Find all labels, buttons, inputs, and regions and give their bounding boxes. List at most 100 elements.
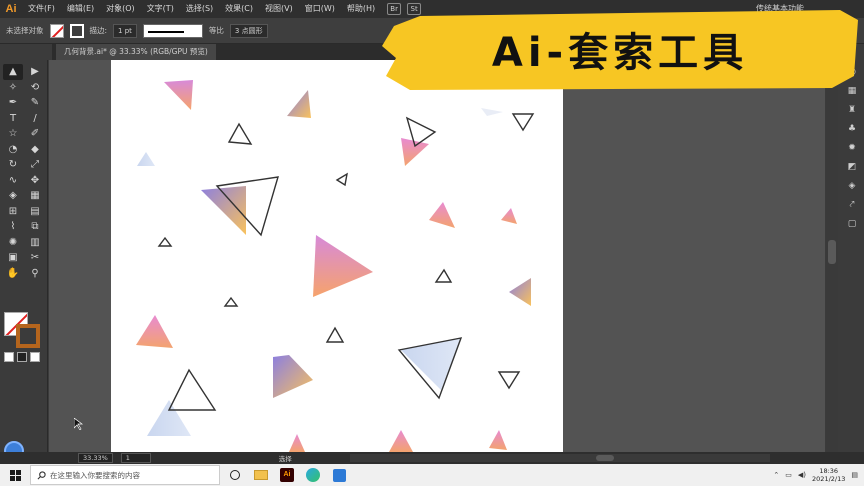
volume-icon[interactable]: ◀) — [798, 471, 806, 479]
shape-builder-tool-icon[interactable]: ◈ — [3, 188, 23, 204]
zoom-tool-icon[interactable]: ⚲ — [25, 266, 45, 282]
start-button[interactable] — [0, 464, 30, 486]
stroke-label[interactable]: 描边: — [90, 25, 108, 36]
eraser-tool-icon[interactable]: ◆ — [25, 142, 45, 158]
zoom-field[interactable]: 33.33% — [78, 453, 113, 463]
artboard-tool-icon[interactable]: ▣ — [3, 250, 23, 266]
menu-select[interactable]: 选择(S) — [180, 0, 219, 18]
outline-triangle — [157, 236, 173, 247]
brushes-panel-icon[interactable]: ♜ — [845, 104, 859, 117]
outline-triangle — [227, 122, 253, 145]
gradient-tool-icon[interactable]: ▤ — [25, 204, 45, 220]
menu-help[interactable]: 帮助(H) — [341, 0, 381, 18]
stroke-color-box[interactable] — [16, 324, 40, 348]
outline-triangle — [167, 368, 217, 411]
links-panel-icon[interactable]: ▢ — [845, 218, 859, 231]
menu-file[interactable]: 文件(F) — [22, 0, 61, 18]
line-tool-icon[interactable]: / — [25, 111, 45, 127]
gradient-mode-button[interactable] — [17, 352, 27, 362]
color-mode-button[interactable] — [4, 352, 14, 362]
pen-tool-icon[interactable]: ✒ — [3, 95, 23, 111]
layers-panel-icon[interactable]: ◈ — [845, 180, 859, 193]
eyedropper-tool-icon[interactable]: ⌇ — [3, 219, 23, 235]
selection-tool-icon[interactable]: ▲ — [3, 64, 23, 80]
menu-edit[interactable]: 编辑(E) — [61, 0, 100, 18]
clock-time: 18:36 — [819, 467, 839, 475]
gradient-triangle — [509, 278, 531, 306]
outline-triangle — [497, 371, 521, 390]
system-tray: ⌃ ▭ ◀) 18:36 2021/2/13 ▤ — [773, 464, 858, 486]
file-explorer-icon[interactable] — [250, 464, 272, 486]
edge-browser-icon[interactable] — [302, 464, 324, 486]
gradient-triangle — [289, 434, 305, 452]
notification-chevron-icon[interactable]: ⌃ — [773, 471, 779, 479]
blend-tool-icon[interactable]: ⧉ — [25, 219, 45, 235]
windows-taskbar: 在这里输入你要搜索的内容 Ai ⌃ ▭ ◀) 18:36 2021/2/13 ▤ — [0, 464, 864, 486]
vertical-scrollbar[interactable] — [826, 60, 838, 452]
gradient-triangle — [429, 202, 455, 228]
horizontal-scrollbar-thumb[interactable] — [596, 455, 614, 461]
direct-selection-tool-icon[interactable]: ▶ — [25, 64, 45, 80]
gradient-triangle — [481, 108, 503, 116]
column-graph-tool-icon[interactable]: ▥ — [25, 235, 45, 251]
outline-triangle — [335, 172, 348, 187]
artboard-number-field[interactable]: 1 — [120, 453, 151, 463]
symbol-sprayer-tool-icon[interactable]: ✺ — [3, 235, 23, 251]
taskbar-search-box[interactable]: 在这里输入你要搜索的内容 — [30, 465, 220, 485]
artboard[interactable] — [111, 60, 563, 452]
graphic-styles-panel-icon[interactable]: ◩ — [845, 161, 859, 174]
hand-tool-icon[interactable]: ✋ — [3, 266, 23, 282]
stroke-swatch[interactable] — [69, 23, 84, 38]
stroke-weight-field[interactable]: 1 pt — [113, 23, 137, 38]
none-mode-button[interactable] — [30, 352, 40, 362]
illustrator-window: Ai 文件(F) 编辑(E) 对象(O) 文字(T) 选择(S) 效果(C) 视… — [0, 0, 864, 486]
vertical-scrollbar-thumb[interactable] — [828, 240, 836, 264]
fill-swatch[interactable] — [49, 23, 64, 38]
store-icon[interactable] — [328, 464, 350, 486]
symbols-panel-icon[interactable]: ♣ — [845, 123, 859, 136]
gradient-triangle — [136, 315, 173, 348]
curvature-tool-icon[interactable]: ✎ — [25, 95, 45, 111]
variable-width-profile[interactable] — [142, 23, 203, 38]
rectangle-tool-icon[interactable]: ☆ — [3, 126, 23, 142]
type-tool-icon[interactable]: T — [3, 111, 23, 127]
artboards-panel-icon[interactable]: ⤤ — [845, 199, 859, 212]
brush-definition-dropdown[interactable]: 3 点圆形 — [229, 23, 268, 38]
network-icon[interactable]: ▭ — [785, 471, 792, 479]
clock-date: 2021/2/13 — [812, 475, 846, 483]
warp-tool-icon[interactable]: ∿ — [3, 173, 23, 189]
menu-type[interactable]: 文字(T) — [141, 0, 180, 18]
artboard-artwork — [136, 80, 535, 452]
paintbrush-tool-icon[interactable]: ✐ — [25, 126, 45, 142]
menu-object[interactable]: 对象(O) — [100, 0, 141, 18]
rotate-tool-icon[interactable]: ↻ — [3, 157, 23, 173]
shaper-tool-icon[interactable]: ◔ — [3, 142, 23, 158]
illustrator-taskbar-icon[interactable]: Ai — [276, 464, 298, 486]
task-view-icon[interactable] — [224, 464, 246, 486]
gradient-triangle — [389, 430, 413, 452]
gradient-triangle — [501, 208, 517, 224]
document-tab[interactable]: 几何背景.ai* @ 33.33% (RGB/GPU 预览) — [56, 44, 216, 60]
perspective-grid-tool-icon[interactable]: ▦ — [25, 188, 45, 204]
profile-label[interactable]: 等比 — [209, 25, 224, 36]
canvas-area[interactable] — [49, 60, 825, 452]
search-placeholder: 在这里输入你要搜索的内容 — [50, 470, 140, 480]
gradient-triangle — [137, 152, 155, 166]
slice-tool-icon[interactable]: ✂ — [25, 250, 45, 266]
lasso-tool-icon[interactable]: ⟲ — [25, 80, 45, 96]
scale-tool-icon[interactable]: ⤢ — [25, 157, 45, 173]
menu-view[interactable]: 视图(V) — [259, 0, 299, 18]
menu-window[interactable]: 窗口(W) — [299, 0, 341, 18]
gradient-triangle — [401, 138, 429, 166]
appearance-panel-icon[interactable]: ✹ — [845, 142, 859, 155]
taskbar-clock[interactable]: 18:36 2021/2/13 — [812, 467, 845, 483]
fill-stroke-widget[interactable] — [4, 312, 44, 348]
title-banner: Ai-套索工具 — [380, 6, 860, 92]
magic-wand-tool-icon[interactable]: ✧ — [3, 80, 23, 96]
menu-effect[interactable]: 效果(C) — [219, 0, 259, 18]
notifications-icon[interactable]: ▤ — [851, 471, 858, 479]
selection-status-label: 未选择对象 — [6, 26, 44, 35]
horizontal-scrollbar[interactable] — [350, 454, 770, 462]
free-transform-tool-icon[interactable]: ✥ — [25, 173, 45, 189]
mesh-tool-icon[interactable]: ⊞ — [3, 204, 23, 220]
